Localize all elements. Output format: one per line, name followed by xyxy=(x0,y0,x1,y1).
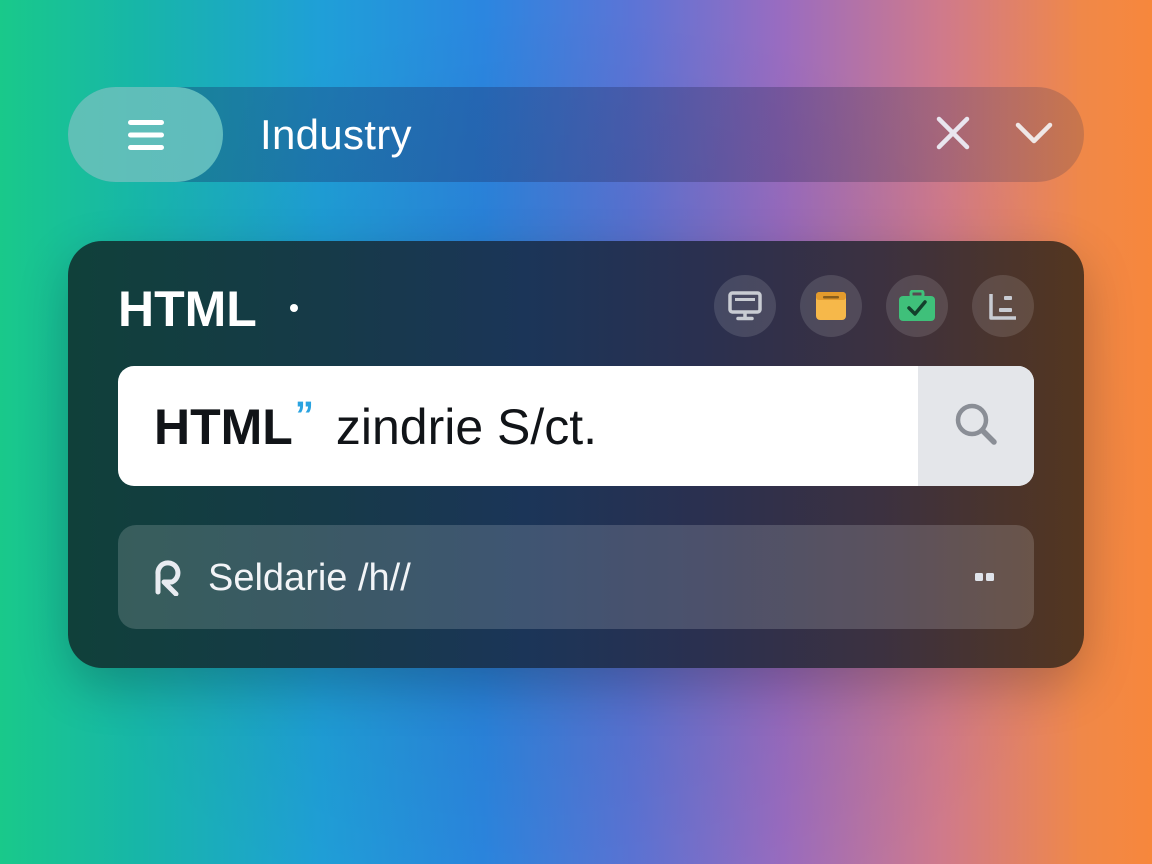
menu-button[interactable] xyxy=(68,87,223,182)
chevron-down-icon xyxy=(1014,121,1054,150)
tag-icon xyxy=(150,558,188,597)
folder-icon xyxy=(815,290,847,322)
search-icon xyxy=(953,401,999,452)
status-dot xyxy=(290,304,298,312)
search-query-keyword: HTML xyxy=(154,399,293,455)
hamburger-menu-icon xyxy=(126,118,166,152)
folder-button[interactable] xyxy=(800,275,862,337)
close-icon xyxy=(935,115,971,156)
clear-button[interactable] xyxy=(928,112,978,158)
briefcase-button[interactable] xyxy=(886,275,948,337)
expand-button[interactable] xyxy=(1008,112,1060,158)
chart-corner-icon xyxy=(987,290,1019,322)
briefcase-check-icon xyxy=(898,290,936,322)
monitor-button[interactable] xyxy=(714,275,776,337)
quote-mark: ” xyxy=(294,395,314,437)
suggestion-item[interactable]: Seldarie /h// xyxy=(118,525,1034,629)
panel-title: HTML xyxy=(118,281,257,337)
search-query-rest: zindrie S/ct. xyxy=(335,399,598,455)
search-panel: HTML HTML” zindrie S/ct. Seldarie /h// xyxy=(68,241,1084,668)
category-label: Industry xyxy=(260,111,412,158)
chart-button[interactable] xyxy=(972,275,1034,337)
more-dots-icon[interactable] xyxy=(974,569,996,585)
category-pill-bar[interactable]: Industry xyxy=(68,87,1084,182)
suggestion-label: Seldarie /h// xyxy=(208,557,411,599)
search-input[interactable]: HTML” zindrie S/ct. xyxy=(154,366,597,486)
search-field[interactable]: HTML” zindrie S/ct. xyxy=(118,366,1034,486)
search-button[interactable] xyxy=(918,366,1034,486)
monitor-icon xyxy=(728,291,762,321)
